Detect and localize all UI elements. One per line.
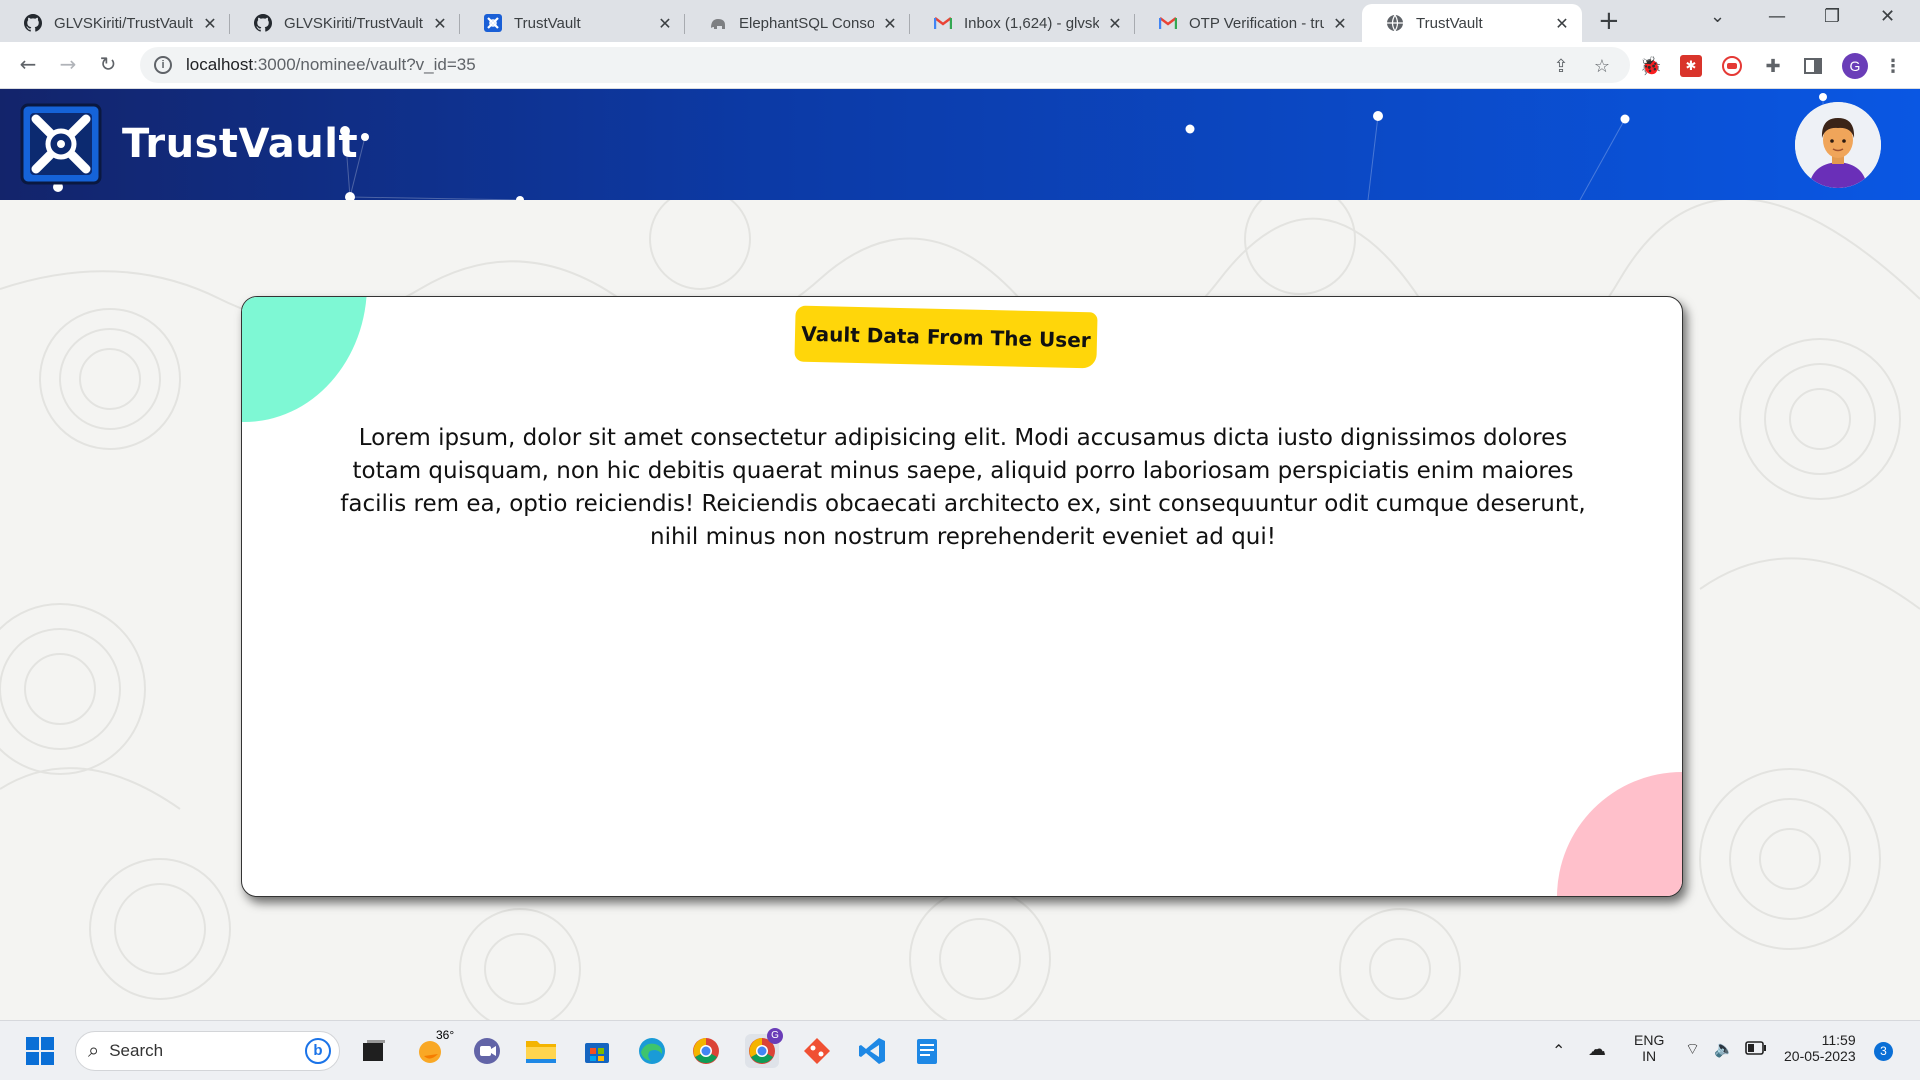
task-view-icon[interactable]	[357, 1034, 391, 1068]
tab-close-icon[interactable]: ✕	[880, 14, 900, 33]
side-panel-icon[interactable]	[1802, 55, 1824, 77]
close-window-button[interactable]: ✕	[1880, 6, 1895, 27]
clock[interactable]: 11:59 20-05-2023	[1784, 1032, 1856, 1064]
elephant-icon	[709, 14, 727, 32]
restore-button[interactable]: ❐	[1824, 6, 1840, 27]
tab-trustvault-active[interactable]: TrustVault ✕	[1362, 4, 1582, 42]
language-indicator[interactable]: ENG IN	[1634, 1032, 1664, 1064]
windows-taskbar: ⌕ Search b 36° G ⌃ ☁ ENG IN ⌔ 🔈 11:59 20…	[0, 1020, 1920, 1080]
share-icon[interactable]: ⇪	[1550, 55, 1572, 77]
forward-arrow-icon[interactable]: →	[54, 52, 82, 76]
tab-strip: GLVSKiriti/TrustVault ✕ GLVSKiriti/Trust…	[0, 0, 1920, 42]
search-placeholder: Search	[109, 1041, 164, 1060]
tab-label: Inbox (1,624) - glvskir	[964, 14, 1099, 32]
tab-close-icon[interactable]: ✕	[200, 14, 220, 33]
new-tab-button[interactable]: +	[1598, 6, 1620, 36]
github-icon	[254, 14, 272, 32]
search-icon: ⌕	[88, 1039, 100, 1062]
back-arrow-icon[interactable]: ←	[14, 52, 42, 76]
bookmark-star-icon[interactable]: ☆	[1591, 55, 1613, 77]
browser-menu-icon[interactable]: ⋮	[1882, 55, 1904, 77]
decorative-blob-top-left	[242, 297, 367, 422]
gmail-icon	[1159, 14, 1177, 32]
site-info-icon[interactable]: i	[154, 56, 172, 74]
tab-gmail-inbox[interactable]: Inbox (1,624) - glvskir ✕	[910, 4, 1135, 42]
tab-close-icon[interactable]: ✕	[430, 14, 450, 33]
bing-icon[interactable]: b	[305, 1038, 331, 1064]
taskbar-search-box[interactable]: ⌕ Search b	[75, 1031, 340, 1071]
vault-card: Vault Data From The User Lorem ipsum, do…	[241, 296, 1683, 897]
app-brand-title[interactable]: TrustVault	[122, 121, 358, 167]
region-code: IN	[1642, 1048, 1657, 1064]
extension-red-icon[interactable]: ✱	[1680, 55, 1702, 77]
chrome-profile-active-icon[interactable]: G	[745, 1028, 783, 1068]
minimize-button[interactable]: —	[1768, 6, 1786, 27]
notification-count-badge[interactable]: 3	[1874, 1042, 1893, 1061]
tab-github-trustvault[interactable]: GLVSKiriti/TrustVault ✕	[0, 4, 230, 42]
page-viewport: TrustVault Vault Data From The User Lore…	[0, 89, 1920, 1020]
language-code: ENG	[1634, 1032, 1665, 1048]
tab-close-icon[interactable]: ✕	[1552, 14, 1572, 33]
weather-temperature: 36°	[434, 1028, 457, 1042]
tray-overflow-chevron-icon[interactable]: ⌃	[1552, 1041, 1565, 1061]
clock-time: 11:59	[1821, 1032, 1856, 1048]
tab-close-icon[interactable]: ✕	[1105, 14, 1125, 33]
clock-date: 20-05-2023	[1784, 1048, 1856, 1064]
tab-label: ElephantSQL Console	[739, 14, 874, 32]
address-bar[interactable]: i localhost:3000/nominee/vault?v_id=35	[140, 47, 1630, 83]
git-app-icon[interactable]	[800, 1034, 834, 1068]
tab-otp-verification[interactable]: OTP Verification - trus ✕	[1135, 4, 1360, 42]
trustvault-logo-icon	[484, 14, 502, 32]
tab-github-trustvaultf[interactable]: GLVSKiriti/TrustVaultF ✕	[230, 4, 460, 42]
profile-avatar[interactable]: G	[1842, 53, 1868, 79]
microsoft-store-icon[interactable]	[580, 1034, 614, 1068]
tab-close-icon[interactable]: ✕	[655, 14, 675, 33]
extensions-puzzle-icon[interactable]: ✚	[1762, 55, 1784, 77]
notepad-icon[interactable]	[910, 1034, 944, 1068]
onedrive-cloud-icon[interactable]: ☁	[1588, 1039, 1606, 1060]
user-avatar[interactable]	[1795, 102, 1881, 188]
trustvault-logo-icon[interactable]	[20, 103, 102, 185]
tab-label: OTP Verification - trus	[1189, 14, 1324, 32]
bug-extension-icon[interactable]: 🐞	[1640, 55, 1662, 77]
extension-record-icon[interactable]	[1721, 55, 1743, 77]
edge-browser-icon[interactable]	[635, 1034, 669, 1068]
windows-start-icon[interactable]	[23, 1034, 57, 1068]
url-path: :3000/nominee/vault?v_id=35	[253, 55, 476, 74]
globe-icon	[1386, 14, 1404, 32]
decorative-blob-bottom-right	[1557, 772, 1682, 896]
browser-toolbar: ← → ↻ i localhost:3000/nominee/vault?v_i…	[0, 42, 1920, 89]
reload-icon[interactable]: ↻	[94, 52, 122, 76]
tab-label: TrustVault	[1416, 14, 1483, 32]
url-host: localhost	[186, 55, 254, 74]
github-icon	[24, 14, 42, 32]
tab-label: TrustVault	[514, 14, 581, 32]
chrome-icon[interactable]	[689, 1034, 723, 1068]
wifi-icon[interactable]: ⌔	[1685, 1039, 1700, 1059]
weather-widget-icon[interactable]: 36°	[414, 1028, 457, 1068]
tab-search-chevron-icon[interactable]: ⌄	[1710, 6, 1725, 27]
tab-elephantsql[interactable]: ElephantSQL Console ✕	[685, 4, 910, 42]
file-explorer-icon[interactable]	[524, 1034, 558, 1068]
vault-content-text: Lorem ipsum, dolor sit amet consectetur …	[340, 425, 1586, 550]
tab-close-icon[interactable]: ✕	[1330, 14, 1350, 33]
volume-icon[interactable]: 🔈	[1714, 1039, 1734, 1059]
battery-icon[interactable]	[1745, 1041, 1767, 1058]
gmail-icon	[934, 14, 952, 32]
vault-title-badge: Vault Data From The User	[794, 305, 1098, 369]
chrome-profile-badge: G	[767, 1028, 783, 1044]
tab-trustvault[interactable]: TrustVault ✕	[460, 4, 685, 42]
teams-chat-icon[interactable]	[470, 1034, 504, 1068]
app-header: TrustVault	[0, 89, 1920, 200]
vscode-icon[interactable]	[855, 1034, 889, 1068]
tab-label: GLVSKiriti/TrustVaultF	[284, 14, 424, 32]
tab-label: GLVSKiriti/TrustVault	[54, 14, 193, 32]
